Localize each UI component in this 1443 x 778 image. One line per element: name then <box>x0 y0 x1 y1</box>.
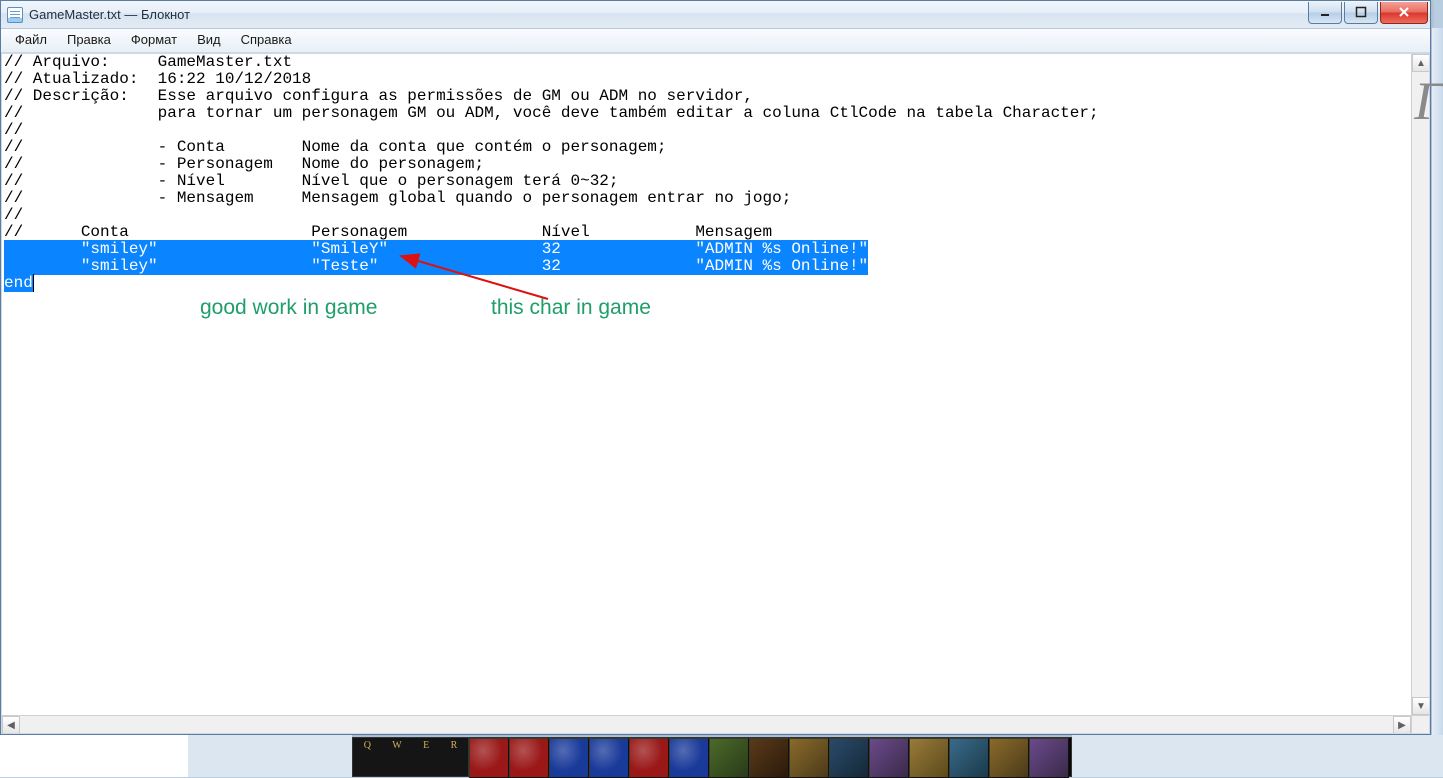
maximize-button[interactable] <box>1344 2 1378 24</box>
scroll-corner <box>1411 715 1429 733</box>
hotbar-slot-potion-blue[interactable] <box>549 738 589 778</box>
scroll-left-icon[interactable]: ◀ <box>2 716 20 734</box>
hotbar-slot-skill[interactable] <box>989 738 1029 778</box>
hotbar-slot-gem-blue[interactable] <box>669 738 709 778</box>
key-e: E <box>423 740 429 751</box>
hotbar-key-labels: Q W E R <box>353 738 469 776</box>
window-controls <box>1306 2 1428 24</box>
close-button[interactable] <box>1380 2 1428 24</box>
notepad-window: GameMaster.txt — Блокнот Файл Правка Фор… <box>0 0 1431 735</box>
key-w: W <box>392 740 401 751</box>
background-glyph: Г <box>1414 70 1443 132</box>
menu-view[interactable]: Вид <box>187 29 231 52</box>
window-title: GameMaster.txt — Блокнот <box>29 7 190 22</box>
desktop-bottom-right <box>1072 735 1443 777</box>
editor-container: // Arquivo: GameMaster.txt // Atualizado… <box>1 53 1430 734</box>
horizontal-scrollbar[interactable]: ◀ ▶ <box>2 715 1411 733</box>
title-bar[interactable]: GameMaster.txt — Блокнот <box>1 1 1430 29</box>
hotbar-slot-skill[interactable] <box>709 738 749 778</box>
menu-format[interactable]: Формат <box>121 29 187 52</box>
hotbar-slot-skill[interactable] <box>749 738 789 778</box>
notepad-icon <box>7 7 23 23</box>
hotbar-slot-gem-red[interactable] <box>629 738 669 778</box>
hotbar-slot-skill[interactable] <box>789 738 829 778</box>
desktop-right-edge <box>1431 28 1443 777</box>
hotbar-slot-potion-red[interactable] <box>509 738 549 778</box>
hotbar-slot-potion-red[interactable] <box>469 738 509 778</box>
vertical-scrollbar[interactable]: ▲ ▼ <box>1411 54 1429 715</box>
scroll-right-icon[interactable]: ▶ <box>1393 716 1411 734</box>
minimize-button[interactable] <box>1308 2 1342 24</box>
hotbar-slot-skill[interactable] <box>909 738 949 778</box>
menu-edit[interactable]: Правка <box>57 29 121 52</box>
scroll-down-icon[interactable]: ▼ <box>1412 697 1430 715</box>
menu-bar: Файл Правка Формат Вид Справка <box>1 29 1430 53</box>
hotbar-slot-potion-blue[interactable] <box>589 738 629 778</box>
hotbar-slot-skill[interactable] <box>829 738 869 778</box>
desktop-bottom-gap <box>188 735 352 777</box>
hotbar-slot-skill[interactable] <box>949 738 989 778</box>
menu-help[interactable]: Справка <box>231 29 302 52</box>
game-hotbar: Q W E R <box>352 737 1072 777</box>
hotbar-slot-skill[interactable] <box>1029 738 1069 778</box>
hotbar-slot-skill[interactable] <box>869 738 909 778</box>
desktop-bottom-left <box>0 735 188 777</box>
text-editor[interactable]: // Arquivo: GameMaster.txt // Atualizado… <box>2 54 1411 715</box>
menu-file[interactable]: Файл <box>5 29 57 52</box>
key-r: R <box>451 740 458 751</box>
key-q: Q <box>364 740 371 751</box>
hotbar-slots <box>469 738 1069 776</box>
